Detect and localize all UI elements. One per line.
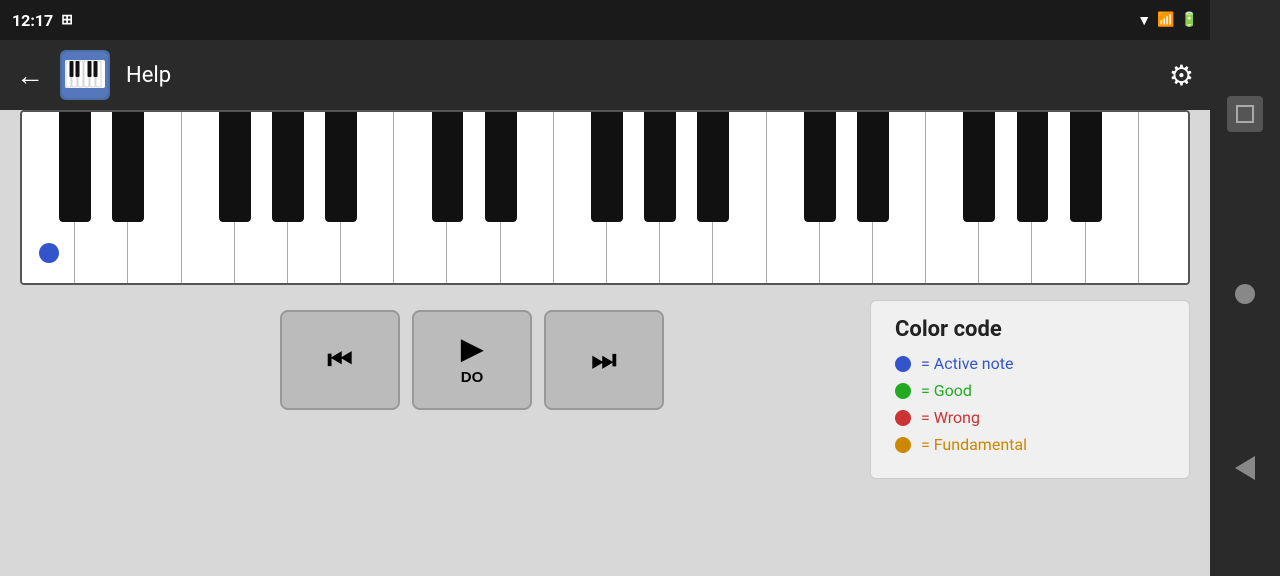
color-dot	[895, 356, 911, 372]
active-note-dot	[39, 243, 59, 263]
color-code-title: Color code	[895, 317, 1165, 342]
wifi-icon: ▼	[1137, 12, 1151, 29]
color-code-item: = Active note	[895, 354, 1165, 373]
back-button[interactable]: ←	[16, 59, 44, 92]
sidebar-square-icon	[1227, 96, 1263, 132]
time-display: 12:17	[12, 11, 53, 30]
black-key[interactable]	[644, 112, 676, 222]
color-label: = Fundamental	[921, 435, 1027, 454]
top-bar: ← Help ⚙	[0, 40, 1210, 110]
black-key[interactable]	[325, 112, 357, 222]
color-code-item: = Wrong	[895, 408, 1165, 427]
prev-icon: ⏮	[327, 346, 352, 374]
status-bar: 12:17 ⊞ ▼ 📶 🔋	[0, 0, 1210, 40]
black-key[interactable]	[804, 112, 836, 222]
app-icon	[60, 50, 110, 100]
page-title: Help	[126, 63, 1153, 88]
signal-icon: 📶	[1157, 12, 1174, 28]
black-key[interactable]	[112, 112, 144, 222]
playback-controls: ⏮ ▶ DO ⏭	[280, 310, 664, 410]
color-label: = Good	[921, 381, 972, 400]
piano-container	[20, 110, 1190, 285]
color-code-item: = Good	[895, 381, 1165, 400]
black-key[interactable]	[485, 112, 517, 222]
black-key[interactable]	[1017, 112, 1049, 222]
black-key[interactable]	[697, 112, 729, 222]
controls-area: ⏮ ▶ DO ⏭ Color code = Active note = Good…	[20, 300, 1190, 479]
piano-keyboard	[22, 112, 1188, 283]
next-button[interactable]: ⏭	[544, 310, 664, 410]
settings-button[interactable]: ⚙	[1169, 59, 1194, 92]
color-dot	[895, 383, 911, 399]
color-label: = Active note	[921, 354, 1013, 373]
color-dot	[895, 410, 911, 426]
color-code-box: Color code = Active note = Good = Wrong …	[870, 300, 1190, 479]
right-sidebar	[1210, 0, 1280, 576]
sidebar-circle-icon	[1235, 284, 1255, 304]
black-key[interactable]	[59, 112, 91, 222]
black-key[interactable]	[963, 112, 995, 222]
color-code-items: = Active note = Good = Wrong = Fundament…	[895, 354, 1165, 454]
white-key[interactable]	[1139, 112, 1190, 285]
black-key[interactable]	[857, 112, 889, 222]
black-key[interactable]	[272, 112, 304, 222]
black-key[interactable]	[1070, 112, 1102, 222]
next-icon: ⏭	[591, 346, 616, 374]
color-dot	[895, 437, 911, 453]
play-icon: ▶	[461, 335, 483, 363]
prev-button[interactable]: ⏮	[280, 310, 400, 410]
sidebar-triangle-icon	[1235, 456, 1255, 480]
black-key[interactable]	[219, 112, 251, 222]
sync-icon: ⊞	[61, 12, 73, 28]
black-key[interactable]	[591, 112, 623, 222]
color-code-item: = Fundamental	[895, 435, 1165, 454]
black-key[interactable]	[432, 112, 464, 222]
color-label: = Wrong	[921, 408, 980, 427]
battery-icon: 🔋	[1181, 12, 1198, 28]
play-button[interactable]: ▶ DO	[412, 310, 532, 410]
note-label: DO	[461, 369, 484, 386]
